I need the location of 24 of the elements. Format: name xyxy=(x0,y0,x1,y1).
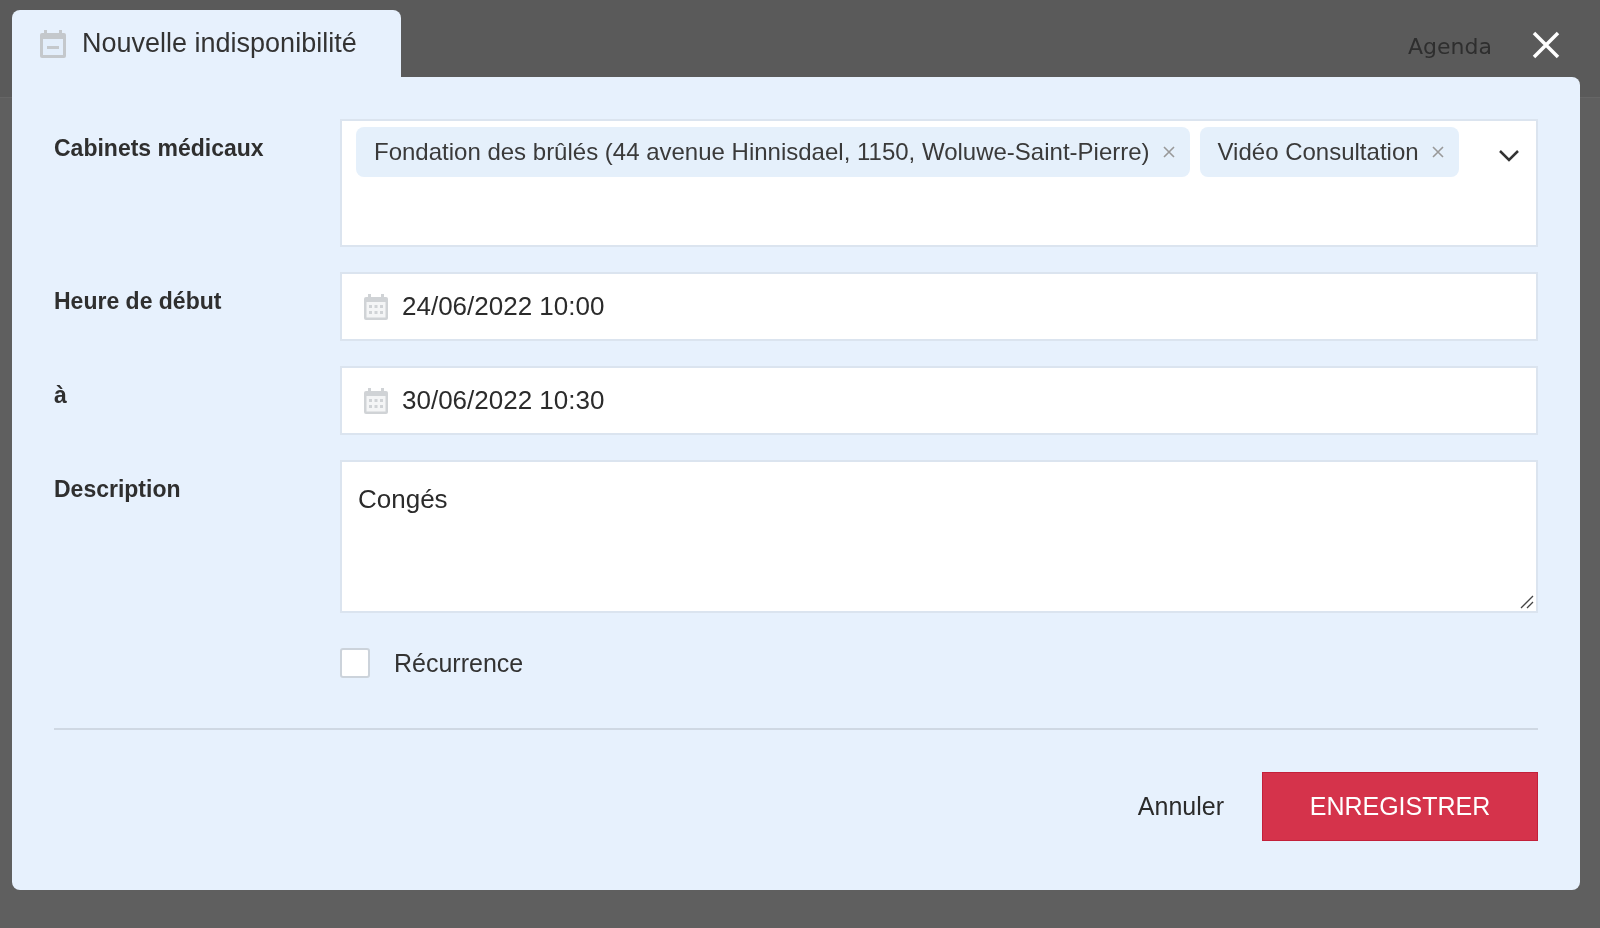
description-field[interactable]: Congés xyxy=(340,460,1538,613)
field-label: Cabinets médicaux xyxy=(54,134,265,163)
tag-label: Vidéo Consultation xyxy=(1217,138,1419,166)
date-value: 30/06/2022 10:30 xyxy=(402,385,605,416)
description-text: Congés xyxy=(358,484,448,514)
cancel-button[interactable]: Annuler xyxy=(1137,792,1224,821)
tag-label: Fondation des brûlés (44 avenue Hinnisdael, 1150, Woluwe-Saint-Pierre) xyxy=(374,138,1150,166)
save-button[interactable]: ENREGISTRER xyxy=(1262,772,1538,841)
calendar-icon xyxy=(40,29,66,58)
field-label: Heure de début xyxy=(54,287,223,316)
date-field[interactable]: 24/06/2022 10:00 xyxy=(340,272,1538,341)
recurrence-checkbox[interactable] xyxy=(340,648,370,678)
calendar-icon xyxy=(364,293,388,320)
date-value: 24/06/2022 10:00 xyxy=(402,291,605,322)
field-label: à xyxy=(54,381,68,410)
multiselect-field[interactable]: Fondation des brûlés (44 avenue Hinnisdael, 1150, Woluwe-Saint-Pierre) Vidéo Consultation xyxy=(340,119,1538,247)
dialog-title: Nouvelle indisponibilité xyxy=(82,28,357,59)
resize-grip-icon[interactable] xyxy=(1520,595,1534,609)
field-label: Description xyxy=(54,475,182,504)
date-field[interactable]: 30/06/2022 10:30 xyxy=(340,366,1538,435)
close-icon[interactable] xyxy=(1532,30,1560,59)
chevron-down-icon[interactable] xyxy=(1498,149,1520,163)
checkbox-label[interactable]: Récurrence xyxy=(394,648,524,678)
calendar-icon xyxy=(364,387,388,414)
